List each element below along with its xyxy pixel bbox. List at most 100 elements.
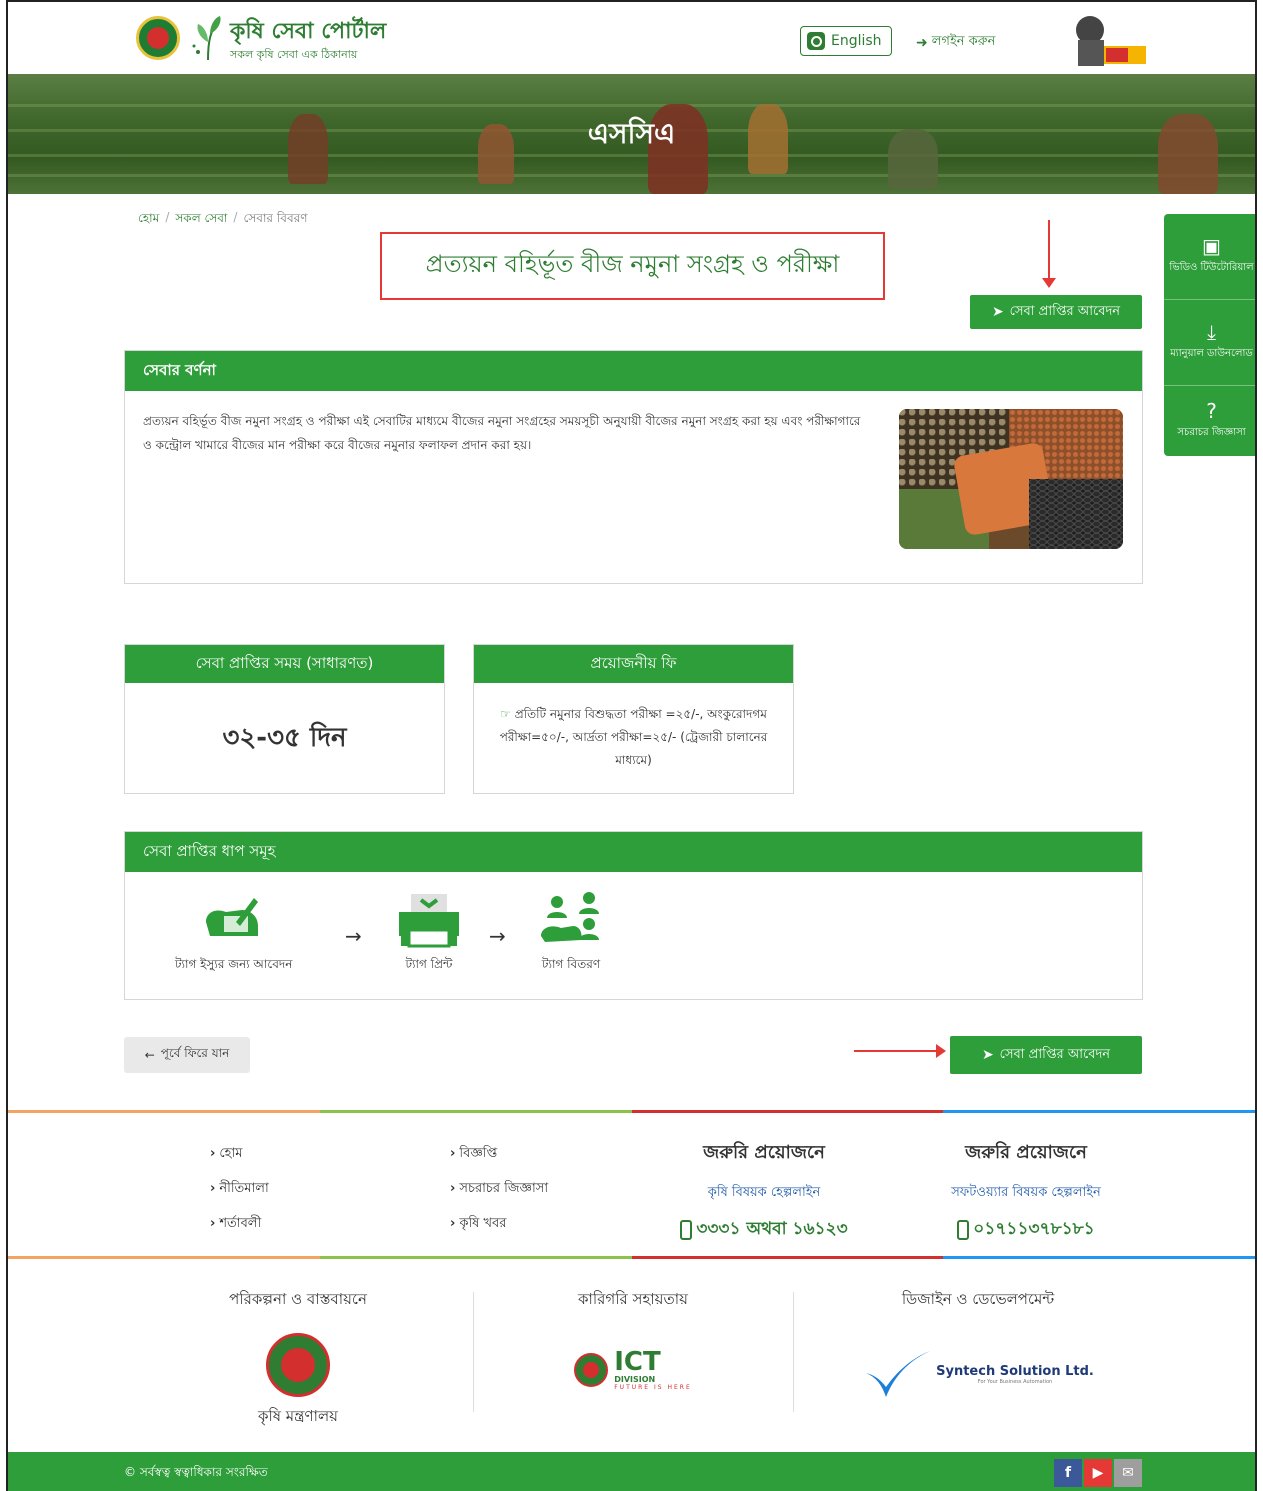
back-label: পূর্বে ফিরে যান — [160, 1046, 230, 1060]
sidebar-item-label: সচরাচর জিজ্ঞাসা — [1177, 426, 1246, 438]
syntech-logo[interactable]: Syntech Solution Ltd. For Your Business … — [818, 1349, 1138, 1399]
service-time-card: সেবা প্রাপ্তির সময় (সাধারণত) ৩২-৩৫ দিন — [124, 644, 445, 794]
video-icon: ▣ — [1202, 234, 1221, 258]
footer-link-agri-news[interactable]: › কৃষি খবর — [450, 1214, 548, 1235]
steps-heading: সেবা প্রাপ্তির ধাপ সমূহ — [125, 832, 1142, 872]
hero-banner: এসসিএ — [8, 74, 1255, 194]
helpline-title: জরুরি প্রয়োজনে — [703, 1142, 825, 1163]
footer-link-policy[interactable]: › নীতিমালা — [210, 1179, 269, 1200]
site-header: কৃষি সেবা পোর্টাল সকল কৃষি সেবা এক ঠিকান… — [8, 2, 1255, 74]
fee-text: প্রতিটি নমুনার বিশুদ্ধতা পরীক্ষা =২৫/-, … — [499, 707, 768, 767]
sign-in-icon: ➜ — [916, 34, 928, 51]
paper-plane-icon: ➤ — [991, 304, 1004, 320]
sidebar-item-faq[interactable]: ? সচরাচর জিজ্ঞাসা — [1164, 386, 1255, 456]
copyright-text: © সর্বস্বত্ব স্বত্বাধিকার সংরক্ষিত — [124, 1465, 268, 1479]
hand-pointer-icon: ☞ — [500, 707, 515, 721]
apply-service-button-bottom[interactable]: ➤ সেবা প্রাপ্তির আবেদন — [950, 1036, 1142, 1074]
page-frame: কৃষি সেবা পোর্টাল সকল কৃষি সেবা এক ঠিকান… — [6, 0, 1257, 1491]
application-icon — [205, 898, 258, 936]
helpline-number[interactable]: ৩৩৩১ অথবা ১৬১২৩ — [654, 1216, 874, 1244]
social-links: f ▶ ✉ — [1054, 1459, 1142, 1487]
helpline-number[interactable]: ০১৭১১৩৭৮১৮১ — [916, 1216, 1136, 1244]
printer-icon — [399, 894, 459, 948]
step-tag-print: ট্যাগ প্রিন্ট — [397, 892, 461, 976]
bottom-bar: © সর্বস্বত্ব স্বত্বাধিকার সংরক্ষিত f ▶ ✉ — [8, 1452, 1255, 1491]
service-steps-card: সেবা প্রাপ্তির ধাপ সমূহ ট্যাগ ইস্যুর জন্… — [124, 831, 1143, 1000]
apply-label: সেবা প্রাপ্তির আবেদন — [1009, 303, 1121, 319]
software-helpline: জরুরি প্রয়োজনে সফটওয়্যার বিষয়ক হেল্পল… — [916, 1138, 1136, 1244]
partner-planning: পরিকল্পনা ও বাস্তবায়নে কৃষি মন্ত্রণালয় — [138, 1288, 458, 1430]
ministry-name: কৃষি মন্ত্রণালয় — [257, 1407, 338, 1425]
helpline-subtitle[interactable]: কৃষি বিষয়ক হেল্পলাইন — [654, 1183, 874, 1204]
breadcrumb-separator: / — [233, 210, 238, 224]
language-label: English — [831, 33, 882, 49]
mujib-100-logo — [1076, 16, 1146, 66]
question-icon: ? — [1206, 398, 1217, 423]
arrow-left-icon: ← — [144, 1048, 155, 1062]
partner-technical: কারিগরি সহায়তায় ICT DIVISION FUTURE IS… — [473, 1288, 793, 1391]
annotation-arrow-right — [854, 1044, 946, 1058]
sidebar-item-label: ভিডিও টিউটোরিয়াল — [1169, 262, 1254, 273]
sidebar-item-video-tutorial[interactable]: ▣ ভিডিও টিউটোরিয়াল — [1164, 214, 1255, 300]
step-tag-application: ট্যাগ ইস্যুর জন্য আবেদন — [175, 892, 292, 976]
partner-title: পরিকল্পনা ও বাস্তবায়নে — [229, 1290, 367, 1308]
mobile-phone-icon — [957, 1220, 970, 1240]
ict-division-logo[interactable]: ICT DIVISION FUTURE IS HERE — [473, 1349, 793, 1391]
service-time-heading: সেবা প্রাপ্তির সময় (সাধারণত) — [125, 645, 444, 683]
login-link[interactable]: ➜ লগইন করুন — [916, 32, 995, 53]
language-toggle-button[interactable]: English — [800, 26, 892, 56]
description-text: প্রত্যয়ন বহির্ভূত বীজ নমুনা সংগ্রহ ও পর… — [143, 414, 861, 452]
breadcrumb-current: সেবার বিবরণ — [243, 211, 308, 225]
annotation-arrow-down — [1042, 220, 1056, 288]
description-heading: সেবার বর্ণনা — [125, 351, 1142, 391]
apply-service-button-top[interactable]: ➤ সেবা প্রাপ্তির আবেদন — [970, 295, 1142, 329]
breadcrumb: হোম / সকল সেবা / সেবার বিবরণ — [138, 210, 308, 230]
footer-links: › হোম › নীতিমালা › শর্তাবলী › বিজ্ঞপ্তি › সচর… — [8, 1114, 1255, 1258]
footer-color-line — [8, 1256, 1255, 1259]
breadcrumb-home[interactable]: হোম — [138, 210, 159, 230]
quick-help-sidebar: ▣ ভিডিও টিউটোরিয়াল ⤓ ম্যানুয়াল ডাউনলোড… — [1164, 214, 1255, 456]
facebook-icon[interactable]: f — [1054, 1459, 1082, 1487]
step-arrow-2: → — [489, 924, 506, 948]
seed-samples-image — [899, 409, 1123, 549]
service-time-value: ৩২-৩৫ দিন — [222, 723, 347, 753]
sidebar-item-label: ম্যানুয়াল ডাউনলোড — [1170, 348, 1253, 359]
distribution-icon — [541, 892, 599, 942]
footer-link-terms[interactable]: › শর্তাবলী — [210, 1214, 269, 1235]
step-arrow-1: → — [345, 924, 362, 948]
fee-card: প্রয়োজনীয় ফি ☞ প্রতিটি নমুনার বিশুদ্ধত… — [473, 644, 794, 794]
page-title-highlight: প্রত্যয়ন বহির্ভূত বীজ নমুনা সংগ্রহ ও পর… — [380, 232, 885, 300]
download-icon: ⤓ — [1207, 320, 1216, 344]
service-description-card: সেবার বর্ণনা প্রত্যয়ন বহির্ভূত বীজ নমুন… — [124, 350, 1143, 584]
breadcrumb-all-services[interactable]: সকল সেবা — [175, 210, 227, 230]
youtube-icon[interactable]: ▶ — [1084, 1459, 1112, 1487]
leaf-logo-icon — [192, 16, 221, 61]
back-button[interactable]: ← পূর্বে ফিরে যান — [124, 1037, 250, 1073]
login-label: লগইন করুন — [931, 34, 996, 49]
globe-icon — [807, 32, 825, 50]
page-title: প্রত্যয়ন বহির্ভূত বীজ নমুনা সংগ্রহ ও পর… — [425, 250, 840, 278]
footer-link-faq[interactable]: › সচরাচর জিজ্ঞাসা — [450, 1179, 548, 1200]
partners-section: পরিকল্পনা ও বাস্তবায়নে কৃষি মন্ত্রণালয়… — [8, 1262, 1255, 1450]
sidebar-item-manual-download[interactable]: ⤓ ম্যানুয়াল ডাউনলোড — [1164, 300, 1255, 386]
step-label: ট্যাগ বিতরণ — [541, 957, 601, 971]
govt-emblem-logo[interactable] — [136, 16, 180, 60]
helpline-subtitle[interactable]: সফটওয়্যার বিষয়ক হেল্পলাইন — [916, 1183, 1136, 1204]
email-icon[interactable]: ✉ — [1114, 1459, 1142, 1487]
step-label: ট্যাগ প্রিন্ট — [405, 957, 453, 971]
footer-link-column-1: › হোম › নীতিমালা › শর্তাবলী — [210, 1144, 269, 1235]
partner-title: ডিজাইন ও ডেভেলপমেন্ট — [901, 1290, 1055, 1308]
paper-plane-icon: ➤ — [981, 1047, 994, 1063]
step-label: ট্যাগ ইস্যুর জন্য আবেদন — [175, 957, 293, 971]
partner-design: ডিজাইন ও ডেভেলপমেন্ট Syntech Solution Lt… — [818, 1288, 1138, 1399]
fee-heading: প্রয়োজনীয় ফি — [474, 645, 793, 683]
apply-label: সেবা প্রাপ্তির আবেদন — [999, 1046, 1111, 1062]
agri-helpline: জরুরি প্রয়োজনে কৃষি বিষয়ক হেল্পলাইন ৩৩… — [654, 1138, 874, 1244]
footer-link-home[interactable]: › হোম — [210, 1144, 269, 1165]
step-tag-distribution: ট্যাগ বিতরণ — [539, 892, 603, 976]
footer-link-column-2: › বিজ্ঞপ্তি › সচরাচর জিজ্ঞাসা › কৃষি খবর — [450, 1144, 548, 1235]
mobile-phone-icon — [680, 1220, 693, 1240]
fee-text-block: ☞ প্রতিটি নমুনার বিশুদ্ধতা পরীক্ষা =২৫/-… — [496, 703, 771, 772]
footer-color-line — [8, 1110, 1255, 1113]
footer-link-notice[interactable]: › বিজ্ঞপ্তি — [450, 1144, 548, 1165]
